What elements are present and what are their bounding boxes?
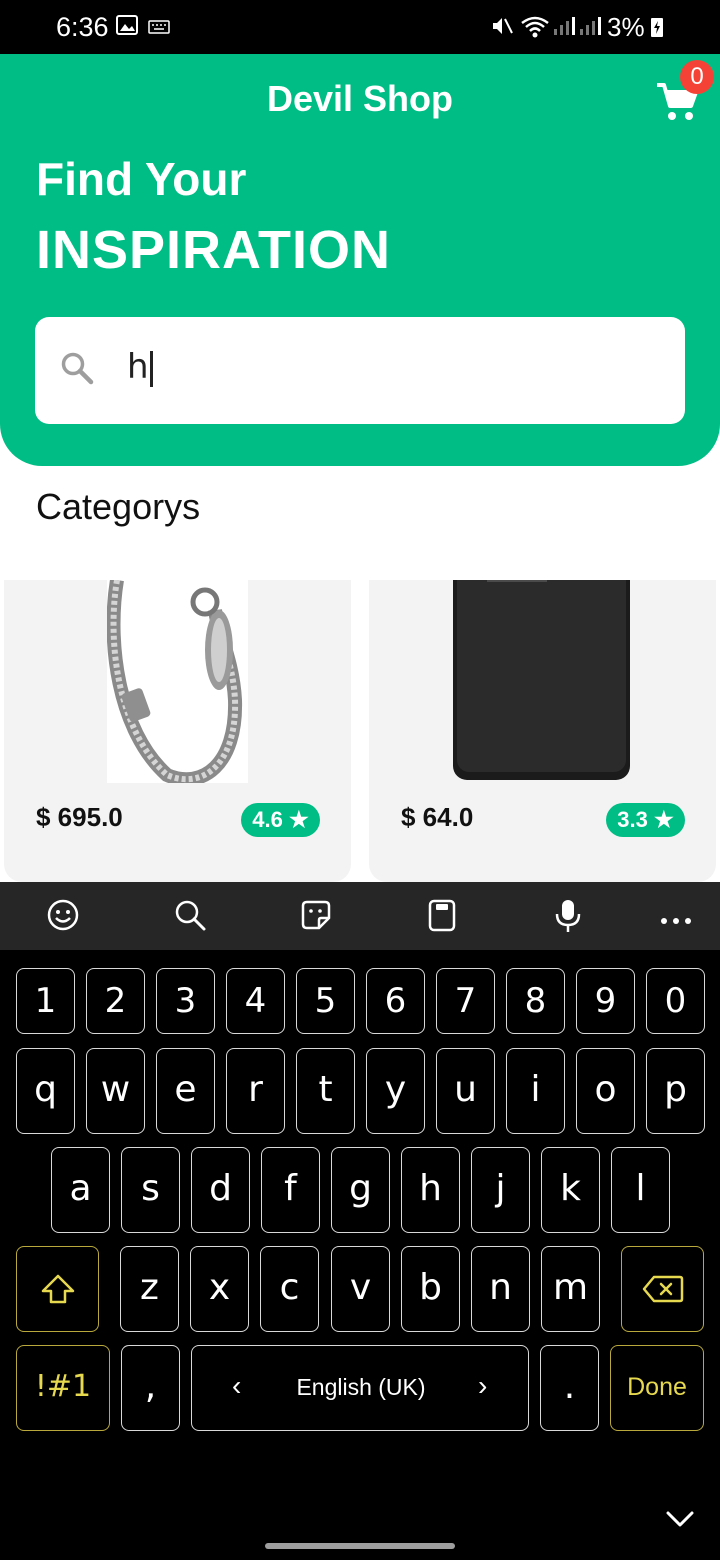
key-4[interactable]: 4	[226, 968, 285, 1034]
signal-icon-2	[578, 15, 602, 42]
battery-charging-icon	[650, 16, 664, 43]
key-f[interactable]: f	[261, 1147, 320, 1233]
headline-line1: Find Your	[36, 153, 247, 205]
gallery-icon	[116, 15, 138, 40]
key-6[interactable]: 6	[366, 968, 425, 1034]
microphone-icon[interactable]	[553, 898, 583, 939]
key-8[interactable]: 8	[506, 968, 565, 1034]
key-p[interactable]: p	[646, 1048, 705, 1134]
categories-title: Categorys	[36, 486, 201, 527]
keyboard-icon	[148, 20, 170, 39]
key-t[interactable]: t	[296, 1048, 355, 1134]
app-title: Devil Shop	[266, 78, 454, 119]
key-2[interactable]: 2	[86, 968, 145, 1034]
key-x[interactable]: x	[190, 1246, 249, 1332]
key-c[interactable]: c	[260, 1246, 319, 1332]
clipboard-icon[interactable]	[427, 898, 457, 937]
keyboard: 1 2 3 4 5 6 7 8 9 0 q w e r t y u i o p …	[0, 950, 720, 1560]
key-h[interactable]: h	[401, 1147, 460, 1233]
key-0[interactable]: 0	[646, 968, 705, 1034]
key-m[interactable]: m	[541, 1246, 600, 1332]
key-9[interactable]: 9	[576, 968, 635, 1034]
navigation-handle[interactable]	[265, 1543, 455, 1549]
shift-icon	[41, 1274, 74, 1304]
headline-line2: INSPIRATION	[36, 220, 392, 280]
cart-badge: 0	[680, 60, 714, 94]
product-rating-badge: 4.6 ★	[241, 803, 320, 837]
keyboard-toolbar	[0, 882, 720, 950]
mute-icon	[490, 15, 514, 42]
header: Devil Shop 0 Find Your INSPIRATION h	[0, 54, 720, 466]
signal-icon	[552, 15, 576, 42]
key-o[interactable]: o	[576, 1048, 635, 1134]
text-cursor	[149, 350, 153, 387]
key-g[interactable]: g	[331, 1147, 390, 1233]
search-input[interactable]: h	[35, 317, 685, 424]
backspace-key[interactable]	[621, 1246, 704, 1332]
spacebar[interactable]: ‹ English (UK) ›	[191, 1345, 529, 1431]
product-image-bracelet	[106, 580, 248, 787]
key-s[interactable]: s	[121, 1147, 180, 1233]
key-n[interactable]: n	[471, 1246, 530, 1332]
product-image-phone	[451, 580, 632, 783]
key-j[interactable]: j	[471, 1147, 530, 1233]
backspace-icon	[642, 1275, 683, 1303]
sticker-icon[interactable]	[299, 898, 333, 937]
search-value: h	[127, 347, 153, 387]
key-z[interactable]: z	[120, 1246, 179, 1332]
product-card[interactable]: $ 64.0 3.3 ★	[369, 580, 716, 882]
language-next-arrow[interactable]: ›	[478, 1370, 487, 1402]
key-a[interactable]: a	[51, 1147, 110, 1233]
product-price: $ 64.0	[401, 802, 474, 832]
key-v[interactable]: v	[331, 1246, 390, 1332]
key-q[interactable]: q	[16, 1048, 75, 1134]
status-bar: 6:36 3%	[0, 0, 720, 54]
search-icon[interactable]	[173, 898, 207, 937]
status-time: 6:36	[56, 12, 109, 42]
battery-percent: 3%	[607, 12, 645, 42]
search-icon	[60, 351, 94, 390]
key-w[interactable]: w	[86, 1048, 145, 1134]
chevron-down-icon[interactable]	[665, 1510, 695, 1533]
shift-key[interactable]	[16, 1246, 99, 1332]
product-card[interactable]: $ 695.0 4.6 ★	[4, 580, 351, 882]
key-b[interactable]: b	[401, 1246, 460, 1332]
key-u[interactable]: u	[436, 1048, 495, 1134]
wifi-icon	[520, 15, 550, 44]
key-3[interactable]: 3	[156, 968, 215, 1034]
key-period[interactable]: .	[540, 1345, 599, 1431]
key-1[interactable]: 1	[16, 968, 75, 1034]
key-comma[interactable]: ,	[121, 1345, 180, 1431]
product-rating-badge: 3.3 ★	[606, 803, 685, 837]
symbols-key[interactable]: !#1	[16, 1345, 110, 1431]
key-l[interactable]: l	[611, 1147, 670, 1233]
key-7[interactable]: 7	[436, 968, 495, 1034]
key-k[interactable]: k	[541, 1147, 600, 1233]
product-price: $ 695.0	[36, 802, 123, 832]
key-i[interactable]: i	[506, 1048, 565, 1134]
key-5[interactable]: 5	[296, 968, 355, 1034]
done-key[interactable]: Done	[610, 1345, 704, 1431]
emoji-icon[interactable]	[46, 898, 80, 937]
key-e[interactable]: e	[156, 1048, 215, 1134]
key-r[interactable]: r	[226, 1048, 285, 1134]
more-icon[interactable]	[660, 912, 692, 930]
key-y[interactable]: y	[366, 1048, 425, 1134]
key-d[interactable]: d	[191, 1147, 250, 1233]
